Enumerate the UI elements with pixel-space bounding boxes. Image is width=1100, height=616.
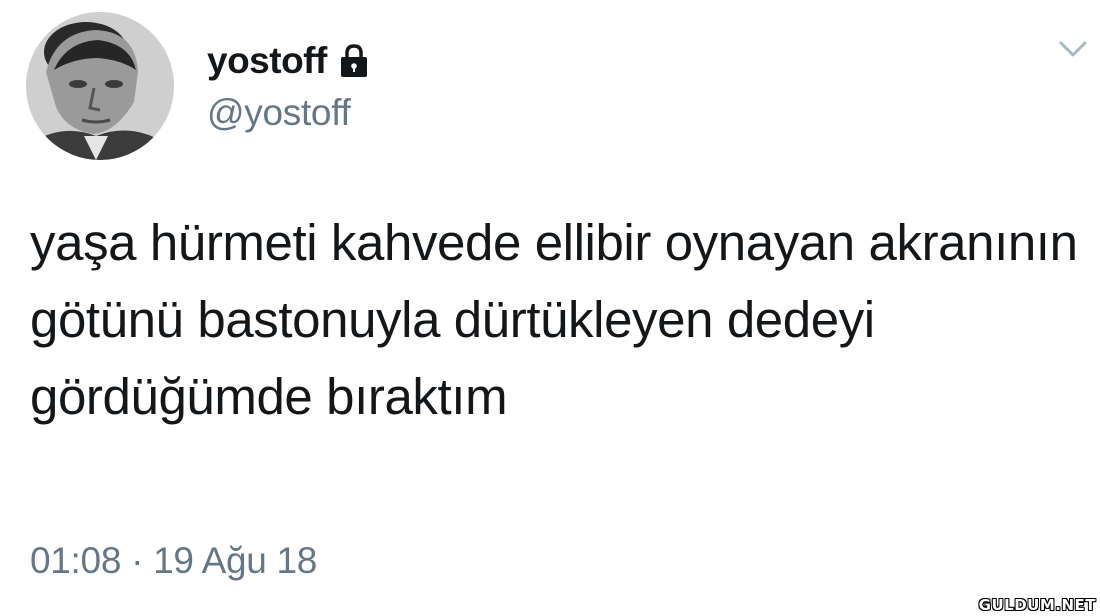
lock-icon <box>337 43 371 79</box>
tweet-card: yostoff @yostoff yaşa hürmeti kahvede el… <box>0 0 1100 616</box>
tweet-timestamp[interactable]: 01:08 · 19 Ağu 18 <box>30 540 317 582</box>
display-name[interactable]: yostoff <box>207 40 327 82</box>
avatar[interactable] <box>26 12 174 160</box>
chevron-down-icon[interactable] <box>1058 38 1088 60</box>
display-name-row: yostoff <box>207 36 371 86</box>
watermark: GULDUM.NET <box>978 596 1096 614</box>
avatar-photo <box>26 12 174 160</box>
user-handle[interactable]: @yostoff <box>207 92 351 134</box>
tweet-text: yaşa hürmeti kahvede ellibir oynayan akr… <box>30 214 1078 425</box>
